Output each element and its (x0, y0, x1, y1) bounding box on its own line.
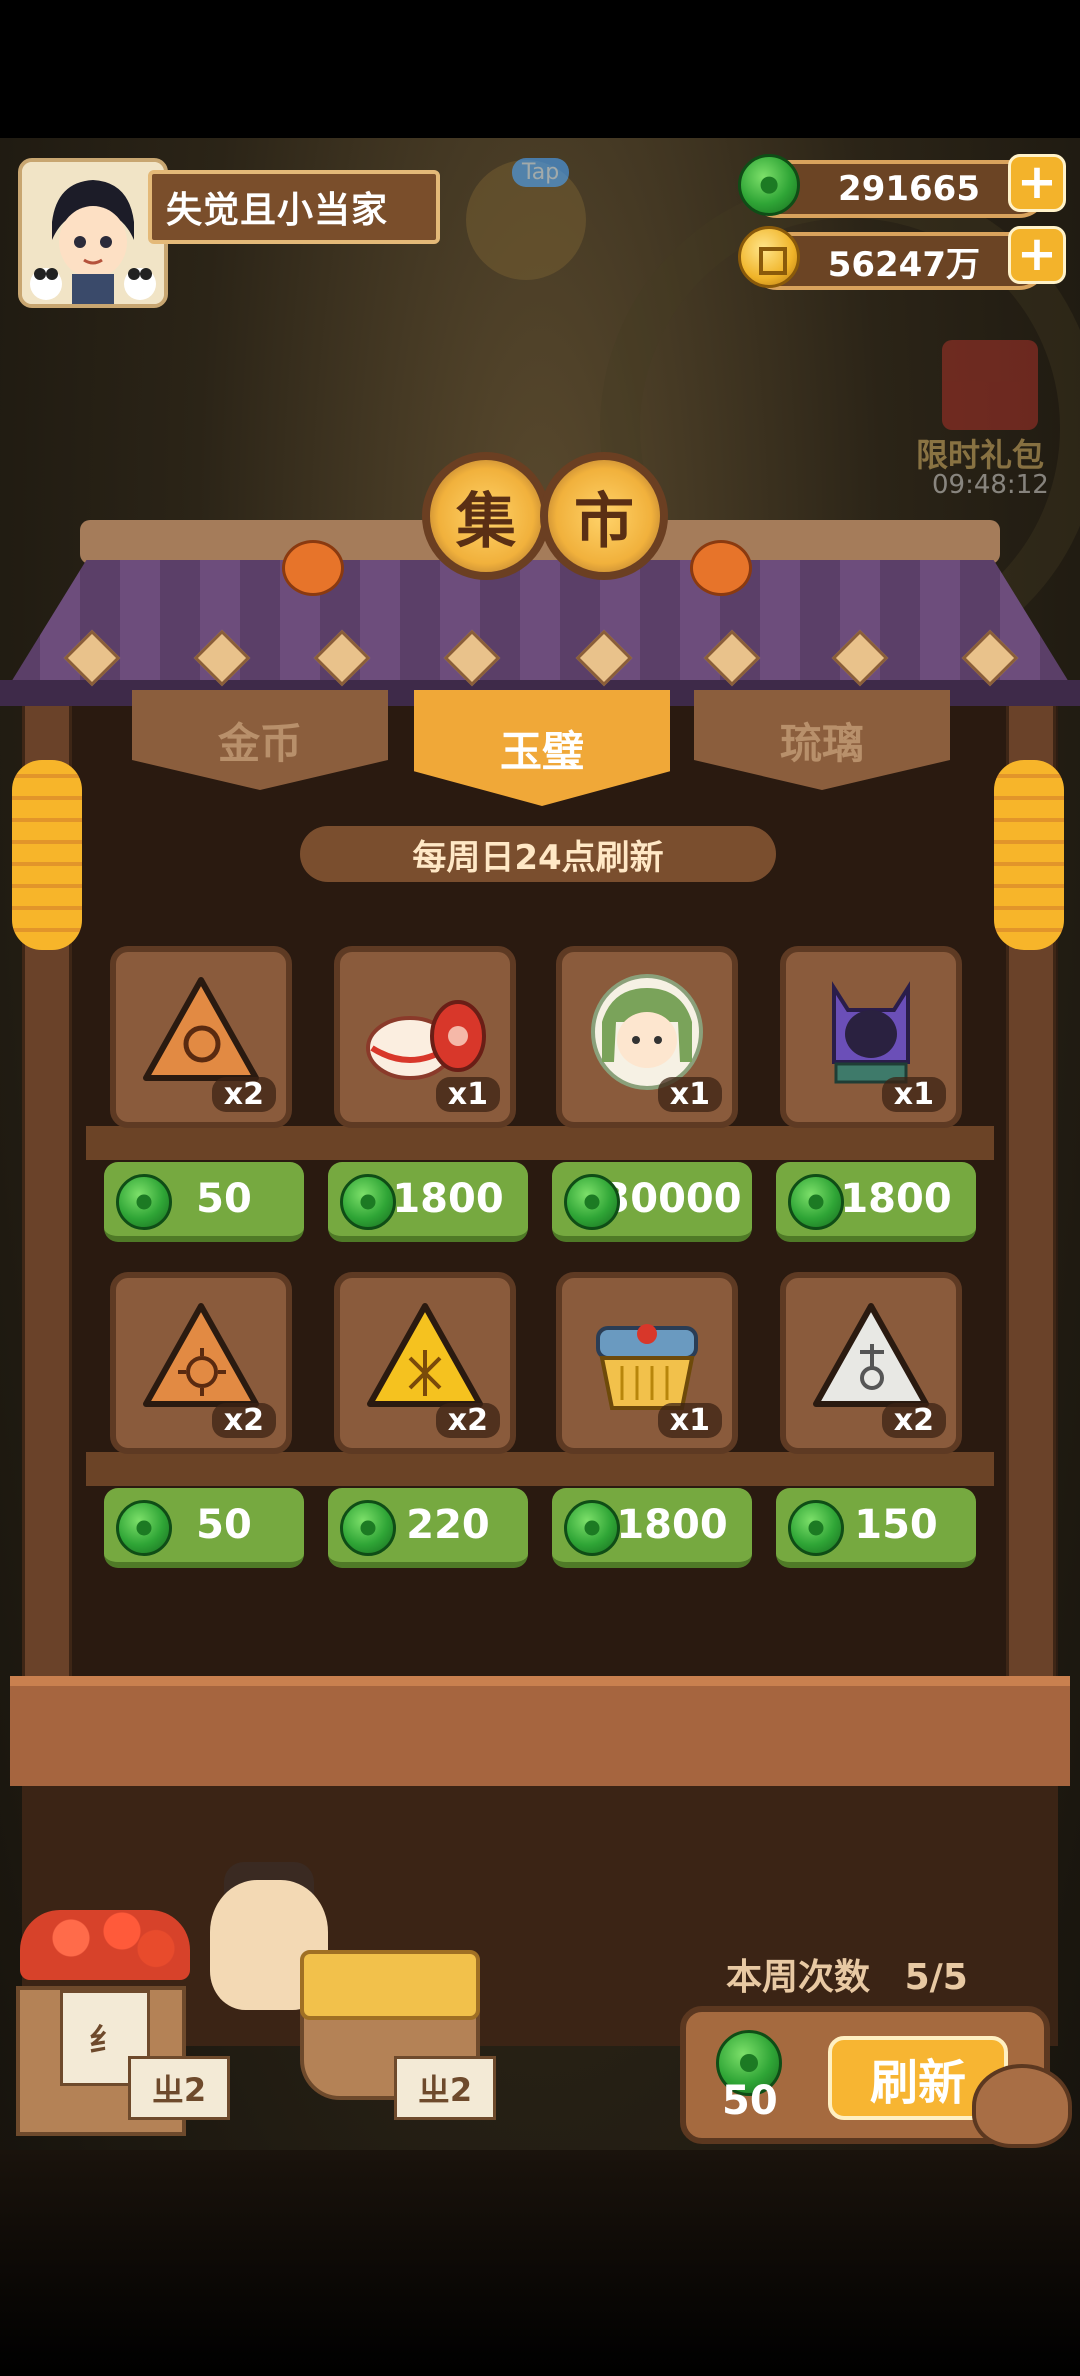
gift-timer: 09:48:12 (932, 470, 1049, 500)
corn-decoration (12, 760, 82, 950)
price-button[interactable]: 50 (104, 1162, 304, 1242)
price-button[interactable]: 1800 (776, 1162, 976, 1242)
mascot-decoration (972, 2064, 1072, 2148)
price-button[interactable]: 1800 (552, 1488, 752, 1568)
shelf-board (86, 1452, 994, 1486)
add-gold-button[interactable]: + (1008, 226, 1066, 284)
shop-item[interactable]: x1 (334, 946, 516, 1128)
item-quantity: x1 (881, 1077, 946, 1112)
refresh-cost: 50 (722, 2078, 778, 2124)
shop-item[interactable]: x2 (334, 1272, 516, 1454)
item-quantity: x1 (435, 1077, 500, 1112)
bottom-shadow (0, 2150, 1080, 2376)
price-value: 1800 (616, 1502, 728, 1548)
price-value: 1800 (392, 1176, 504, 1222)
stall-counter (10, 1676, 1070, 1786)
title-char-2: 市 (540, 452, 668, 580)
add-jade-button[interactable]: + (1008, 154, 1066, 212)
gift-box-icon (942, 340, 1038, 430)
shop-item[interactable]: x1 (556, 1272, 738, 1454)
refresh-notice: 每周日24点刷新 (300, 826, 776, 882)
shop-item[interactable]: x1 (780, 946, 962, 1128)
shop-item[interactable]: x1 (556, 946, 738, 1128)
price-button[interactable]: 150 (776, 1488, 976, 1568)
price-value: 50 (196, 1176, 252, 1222)
jade-coin-icon (564, 1500, 620, 1556)
jade-coin-icon (564, 1174, 620, 1230)
week-count-label: 本周次数 (726, 1957, 871, 1998)
stall-roof (0, 560, 1080, 700)
price-button[interactable]: 30000 (552, 1162, 752, 1242)
butter-decoration (300, 1950, 480, 2020)
item-quantity: x1 (657, 1403, 722, 1438)
limited-gift-button[interactable]: 限时礼包 09:48:12 (912, 330, 1062, 500)
shop-item[interactable]: x2 (110, 1272, 292, 1454)
gold-balance-value: 56247万 (827, 244, 980, 285)
player-portrait-icon (22, 162, 164, 304)
price-tag-right: ㄓ2 (394, 2056, 496, 2120)
item-quantity: x1 (657, 1077, 722, 1112)
week-count-value: 5/5 (904, 1957, 968, 1998)
title-char-1: 集 (422, 452, 550, 580)
player-avatar[interactable] (18, 158, 168, 308)
shelf-board (86, 1126, 994, 1160)
price-value: 150 (854, 1502, 938, 1548)
item-quantity: x2 (881, 1403, 946, 1438)
item-quantity: x2 (211, 1077, 276, 1112)
jade-coin-icon (340, 1500, 396, 1556)
jade-balance-value: 291665 (838, 169, 980, 209)
player-name: 失觉且小当家 (148, 170, 440, 244)
price-tag-left: ㄓ2 (128, 2056, 230, 2120)
jade-coin-icon (340, 1174, 396, 1230)
persimmon-decoration (690, 540, 752, 596)
item-quantity: x2 (211, 1403, 276, 1438)
tap-hint-label: Tap (512, 158, 570, 187)
jade-coin-icon (116, 1174, 172, 1230)
jade-coin-icon (116, 1500, 172, 1556)
persimmon-decoration (282, 540, 344, 596)
tomatoes-decoration (20, 1910, 190, 1980)
price-button[interactable]: 220 (328, 1488, 528, 1568)
jade-coin-icon (738, 154, 800, 216)
item-quantity: x2 (435, 1403, 500, 1438)
price-button[interactable]: 50 (104, 1488, 304, 1568)
weekly-refresh-count: 本周次数 5/5 (726, 1948, 968, 2000)
jade-coin-icon (788, 1500, 844, 1556)
shop-item[interactable]: x2 (110, 946, 292, 1128)
shop-item[interactable]: x2 (780, 1272, 962, 1454)
price-button[interactable]: 1800 (328, 1162, 528, 1242)
price-value: 220 (406, 1502, 490, 1548)
price-value: 1800 (840, 1176, 952, 1222)
price-value: 30000 (602, 1176, 742, 1222)
jade-coin-icon (788, 1174, 844, 1230)
price-value: 50 (196, 1502, 252, 1548)
gold-coin-icon (738, 226, 800, 288)
corn-decoration (994, 760, 1064, 950)
